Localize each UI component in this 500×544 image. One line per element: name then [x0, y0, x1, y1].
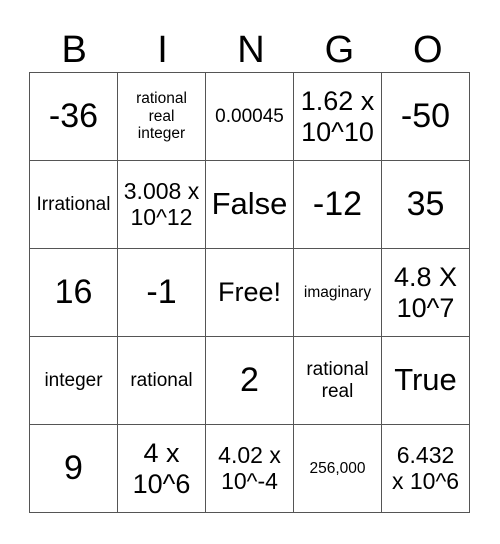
grid-row: Irrational 3.008 x 10^12 False -12 35 [29, 160, 470, 249]
bingo-header: B I N G O [30, 28, 472, 72]
grid-row: 16 -1 Free! imaginary 4.8 X 10^7 [29, 248, 470, 337]
bingo-cell[interactable]: -12 [293, 160, 382, 249]
bingo-cell[interactable]: 0.00045 [205, 72, 294, 161]
header-letter: I [157, 29, 168, 71]
bingo-cell[interactable]: rational real integer [117, 72, 206, 161]
bingo-cell[interactable]: 1.62 x 10^10 [293, 72, 382, 161]
bingo-cell[interactable]: 6.432 x 10^6 [381, 424, 470, 513]
bingo-cell[interactable]: True [381, 336, 470, 425]
bingo-cell[interactable]: -36 [29, 72, 118, 161]
bingo-cell[interactable]: 16 [29, 248, 118, 337]
header-letter: O [412, 29, 443, 71]
bingo-cell[interactable]: rational [117, 336, 206, 425]
grid-row: 9 4 x 10^6 4.02 x 10^-4 256,000 6.432 x … [29, 424, 470, 513]
grid-row: -36 rational real integer 0.00045 1.62 x… [29, 72, 470, 161]
bingo-cell[interactable]: 4.8 X 10^7 [381, 248, 470, 337]
bingo-cell[interactable]: Irrational [29, 160, 118, 249]
bingo-cell[interactable]: integer [29, 336, 118, 425]
bingo-cell[interactable]: 4 x 10^6 [117, 424, 206, 513]
bingo-cell[interactable]: 35 [381, 160, 470, 249]
bingo-cell[interactable]: 256,000 [293, 424, 382, 513]
header-letter: G [324, 29, 355, 71]
bingo-grid: -36 rational real integer 0.00045 1.62 x… [29, 72, 470, 513]
bingo-cell[interactable]: 9 [29, 424, 118, 513]
bingo-cell[interactable]: imaginary [293, 248, 382, 337]
bingo-cell[interactable]: 4.02 x 10^-4 [205, 424, 294, 513]
free-cell[interactable]: Free! [205, 248, 294, 337]
header-letter: N [237, 29, 265, 71]
bingo-cell[interactable]: rational real [293, 336, 382, 425]
bingo-cell[interactable]: 2 [205, 336, 294, 425]
header-letter: B [61, 29, 87, 71]
grid-row: integer rational 2 rational real True [29, 336, 470, 425]
bingo-cell[interactable]: False [205, 160, 294, 249]
bingo-cell[interactable]: -1 [117, 248, 206, 337]
bingo-cell[interactable]: -50 [381, 72, 470, 161]
bingo-cell[interactable]: 3.008 x 10^12 [117, 160, 206, 249]
